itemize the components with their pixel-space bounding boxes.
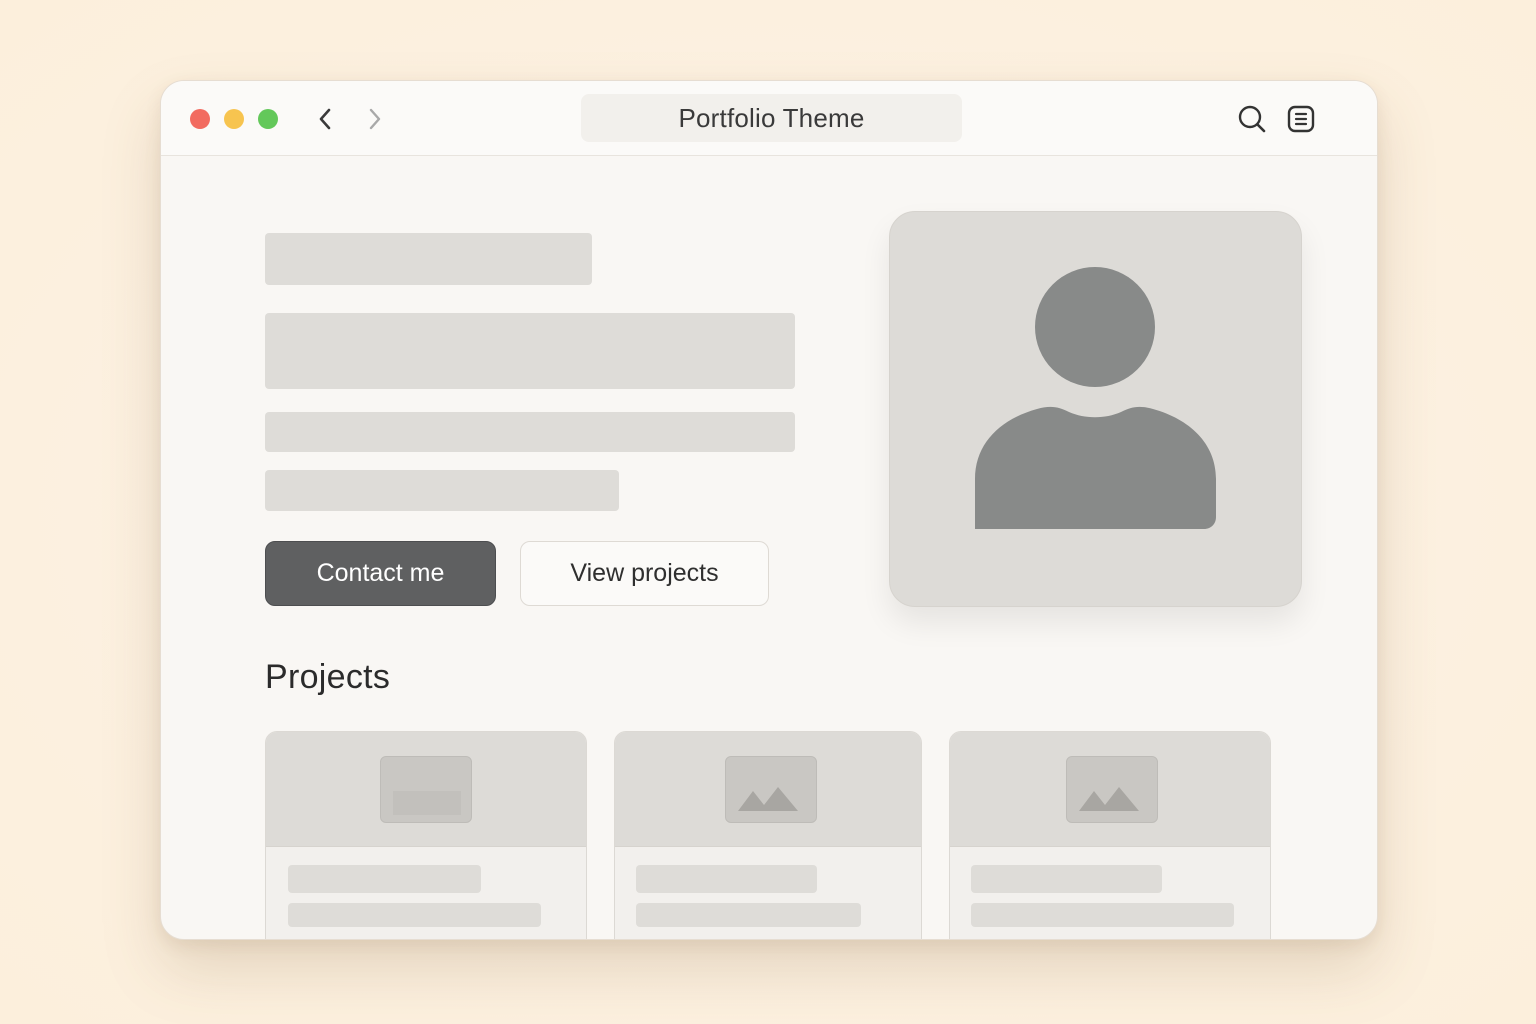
project-card[interactable] xyxy=(265,731,587,939)
hero-text-line-placeholder xyxy=(265,470,619,511)
close-window-button[interactable] xyxy=(190,109,210,129)
project-card[interactable] xyxy=(614,731,922,939)
project-card-media xyxy=(615,732,921,847)
view-projects-label: View projects xyxy=(570,559,719,587)
image-landscape-icon xyxy=(725,756,817,823)
view-projects-button[interactable]: View projects xyxy=(520,541,769,606)
hero-text-line-placeholder xyxy=(265,412,795,452)
project-card-media xyxy=(950,732,1270,847)
forward-button[interactable] xyxy=(360,105,388,133)
image-placeholder-icon xyxy=(380,756,472,823)
hero-heading-placeholder xyxy=(265,313,795,389)
project-card-text-placeholder xyxy=(971,903,1234,927)
project-card-title-placeholder xyxy=(971,865,1162,893)
image-landscape-icon xyxy=(1066,756,1158,823)
maximize-window-button[interactable] xyxy=(258,109,278,129)
project-card-text-placeholder xyxy=(636,903,861,927)
title-bar: Portfolio Theme xyxy=(161,81,1377,156)
chevron-right-icon xyxy=(369,108,381,130)
contact-me-label: Contact me xyxy=(316,559,445,587)
minimize-window-button[interactable] xyxy=(224,109,244,129)
contact-me-button[interactable]: Contact me xyxy=(265,541,496,606)
reader-view-button[interactable] xyxy=(1285,103,1317,135)
address-bar[interactable]: Portfolio Theme xyxy=(581,94,962,142)
user-avatar-icon xyxy=(975,267,1216,529)
profile-image-placeholder xyxy=(889,211,1302,607)
search-icon xyxy=(1238,105,1266,133)
browser-window: Portfolio Theme Contact me View projects… xyxy=(160,80,1378,940)
project-card[interactable] xyxy=(949,731,1271,939)
chevron-left-icon xyxy=(319,108,331,130)
search-button[interactable] xyxy=(1236,103,1268,135)
project-card-media xyxy=(266,732,586,847)
back-button[interactable] xyxy=(312,105,340,133)
project-card-text-placeholder xyxy=(288,903,541,927)
hero-eyebrow-placeholder xyxy=(265,233,592,285)
projects-heading: Projects xyxy=(265,658,391,696)
desktop-background: Portfolio Theme Contact me View projects… xyxy=(0,0,1536,1024)
project-card-title-placeholder xyxy=(636,865,817,893)
reader-view-icon xyxy=(1287,105,1315,133)
project-card-title-placeholder xyxy=(288,865,481,893)
page-title: Portfolio Theme xyxy=(678,102,865,133)
